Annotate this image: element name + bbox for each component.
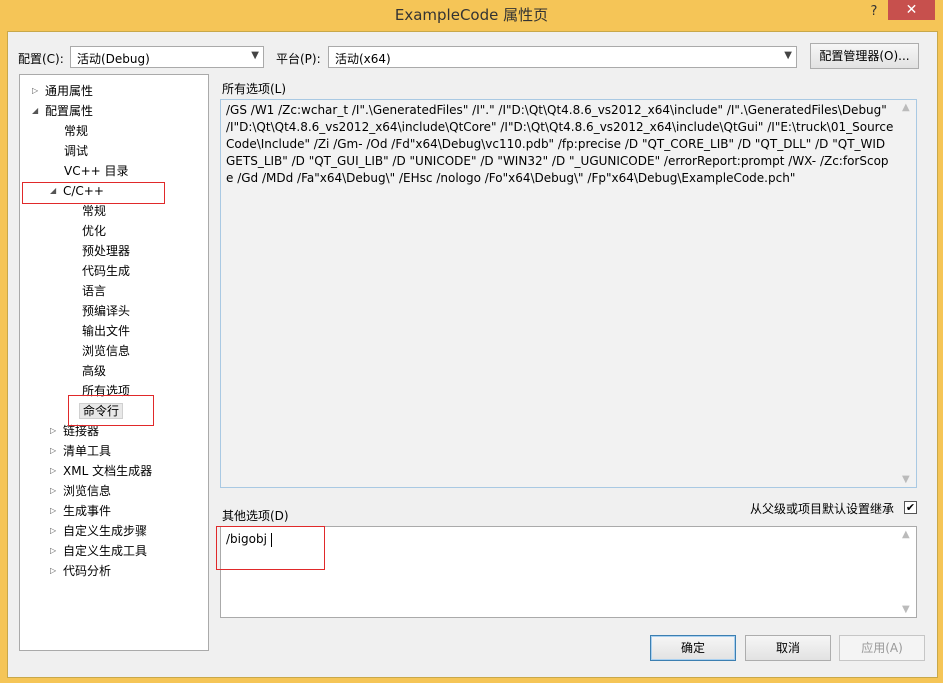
expand-icon[interactable]: ▷ (50, 542, 56, 560)
title-bar: ExampleCode 属性页 ? ✕ (0, 0, 943, 28)
check-icon: ✔ (905, 501, 916, 514)
all-options-text: /GS /W1 /Zc:wchar_t /I".\GeneratedFiles"… (226, 103, 894, 185)
window-title: ExampleCode 属性页 (394, 6, 549, 24)
all-options-label: 所有选项(L) (222, 82, 287, 96)
tree-item-label: 浏览信息 (63, 484, 112, 498)
ok-button[interactable]: 确定 (650, 635, 736, 661)
dialog-client-area: 配置(C): 活动(Debug) ▼ 平台(P): 活动(x64) ▼ 配置管理… (7, 31, 938, 678)
config-dropdown[interactable]: 活动(Debug) ▼ (70, 46, 264, 68)
tree-item-advanced[interactable]: 高级 (82, 362, 106, 380)
inherit-label: 从父级或项目默认设置继承 (750, 502, 895, 516)
inherit-checkbox[interactable]: ✔ (904, 501, 917, 514)
chevron-down-icon: ▼ (251, 50, 259, 61)
highlight-box-command-line (68, 395, 154, 426)
apply-button[interactable]: 应用(A) (839, 635, 925, 661)
tree-item-code-generation[interactable]: 代码生成 (82, 262, 130, 280)
tree-item-label: 自定义生成工具 (63, 544, 148, 558)
tree-item-label: 通用属性 (45, 84, 94, 98)
expand-icon[interactable]: ▷ (50, 482, 56, 500)
highlight-box-c-cpp (22, 182, 165, 204)
close-button[interactable]: ✕ (888, 0, 935, 20)
scroll-up-icon[interactable]: ▲ (902, 529, 910, 540)
highlight-box-bigobj (216, 526, 325, 570)
expand-icon[interactable]: ▷ (50, 442, 56, 460)
other-options-label: 其他选项(D) (222, 509, 289, 523)
tree-item-precompiled-headers[interactable]: 预编译头 (82, 302, 130, 320)
scroll-up-icon[interactable]: ▲ (902, 102, 910, 113)
properties-dialog: ExampleCode 属性页 ? ✕ 配置(C): 活动(Debug) ▼ 平… (0, 0, 943, 683)
expand-icon[interactable]: ▷ (50, 502, 56, 520)
tree-item-cpp-general[interactable]: 常规 (82, 202, 106, 220)
tree-item-browse-info[interactable]: 浏览信息 (82, 342, 130, 360)
tree-item-label: 配置属性 (45, 104, 94, 118)
collapse-icon[interactable]: ◢ (32, 102, 38, 120)
platform-label: 平台(P): (276, 52, 321, 66)
platform-dropdown[interactable]: 活动(x64) ▼ (328, 46, 797, 68)
tree-item-label: 自定义生成步骤 (63, 524, 148, 538)
all-options-textbox[interactable]: /GS /W1 /Zc:wchar_t /I".\GeneratedFiles"… (220, 99, 917, 488)
help-button[interactable]: ? (866, 4, 882, 19)
scroll-down-icon[interactable]: ▼ (902, 604, 910, 615)
tree-item-label: 生成事件 (63, 504, 112, 518)
config-label: 配置(C): (18, 52, 64, 66)
other-options-scrollbar[interactable]: ▲ ▼ (899, 527, 916, 617)
expand-icon[interactable]: ▷ (50, 422, 56, 440)
expand-icon[interactable]: ▷ (50, 562, 56, 580)
expand-icon[interactable]: ▷ (32, 82, 38, 100)
expand-icon[interactable]: ▷ (50, 462, 56, 480)
cancel-button[interactable]: 取消 (745, 635, 831, 661)
tree-item-language[interactable]: 语言 (82, 282, 106, 300)
tree-item-preprocessor[interactable]: 预处理器 (82, 242, 130, 260)
tree-item-debugging[interactable]: 调试 (64, 142, 88, 160)
all-options-scrollbar[interactable]: ▲ ▼ (899, 100, 916, 487)
tree-item-label: XML 文档生成器 (63, 464, 153, 478)
other-options-value-row: /bigobj (226, 531, 894, 548)
chevron-down-icon: ▼ (784, 50, 792, 61)
tree-item-label: 代码分析 (63, 564, 112, 578)
scroll-down-icon[interactable]: ▼ (902, 474, 910, 485)
platform-dropdown-value: 活动(x64) (335, 52, 391, 66)
tree-item-general[interactable]: 常规 (64, 122, 88, 140)
tree-item-vc-directories[interactable]: VC++ 目录 (64, 162, 129, 180)
expand-icon[interactable]: ▷ (50, 522, 56, 540)
tree-item-output-files[interactable]: 输出文件 (82, 322, 130, 340)
config-manager-button[interactable]: 配置管理器(O)... (810, 43, 919, 69)
tree-item-optimization[interactable]: 优化 (82, 222, 106, 240)
tree-item-label: 清单工具 (63, 444, 112, 458)
property-tree: ▷ 通用属性 ◢ 配置属性 常规 调试 VC++ 目录 ◢ C/C++ 常规 优化 预… (19, 74, 209, 651)
config-dropdown-value: 活动(Debug) (77, 52, 150, 66)
